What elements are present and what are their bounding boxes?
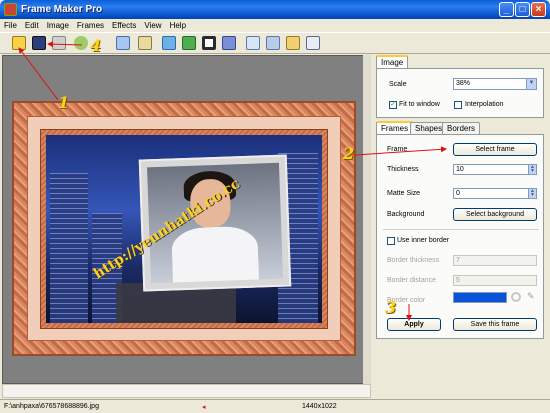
interpolation-checkbox[interactable] [454,101,462,109]
window-title: Frame Maker Pro [21,4,103,15]
scale-label: Scale [389,81,407,88]
status-indicator-icon: ◂ [202,404,206,411]
background-label: Background [387,211,425,218]
paste-icon[interactable] [138,36,152,50]
menu-bar: File Edit Image Frames Effects View Help [0,19,550,32]
minimize-button[interactable]: _ [499,2,514,17]
app-icon [4,3,17,16]
use-inner-border-checkbox[interactable] [387,237,395,245]
interpolation-label: Interpolation [465,101,504,108]
frame-label: Frame [387,146,408,153]
border-distance-label: Border distance [387,277,437,284]
toolbar [0,32,550,54]
chevron-down-icon[interactable]: ▼ [526,79,536,89]
fit-to-window-label: Fit to window [399,101,440,108]
document-icon[interactable] [306,36,320,50]
close-button[interactable]: × [531,2,546,17]
annotation-marker-4: 4 [90,36,102,55]
crop-icon[interactable] [246,36,260,50]
save-icon[interactable] [32,36,46,50]
thickness-input[interactable]: 10 ▲ ▼ [453,164,537,175]
fit-to-window-checkbox[interactable]: ✓ [389,101,397,109]
menu-view[interactable]: View [140,19,165,32]
tab-frames[interactable]: Frames [376,121,414,135]
image-group: Scale 38% ▼ ✓ Fit to window Interpolatio… [376,68,544,118]
matte-size-stepper[interactable]: ▲ ▼ [528,189,536,198]
status-bar: F:\anhpaxa\676578688896.jpg ◂ 1440x1022 [0,399,550,413]
frame-icon[interactable] [202,36,216,50]
picture-icon[interactable] [182,36,196,50]
copy-icon[interactable] [116,36,130,50]
frames-group: Frame Select frame Thickness 10 ▲ ▼ Matte… [376,134,544,339]
print-icon[interactable] [52,36,66,50]
file-path: F:\anhpaxa\676578688896.jpg [4,403,99,410]
matte-size-input[interactable]: 0 ▲ ▼ [453,188,537,199]
frame-preview [12,101,356,356]
thickness-stepper[interactable]: ▲ ▼ [528,165,536,174]
thickness-value: 10 [456,166,464,173]
city-background [46,135,322,323]
border-distance-input[interactable]: 5 [453,275,537,286]
menu-help[interactable]: Help [166,19,190,32]
select-frame-button[interactable]: Select frame [453,143,537,156]
scale-select[interactable]: 38% ▼ [453,78,537,90]
shirt [171,225,259,283]
menu-frames[interactable]: Frames [73,19,108,32]
thickness-label: Thickness [387,166,419,173]
border-thickness-label: Border thickness [387,257,440,264]
text-icon[interactable] [286,36,300,50]
title-bar: Frame Maker Pro _ □ × [0,0,550,19]
menu-image[interactable]: Image [43,19,73,32]
apply-button[interactable]: Apply [387,318,441,331]
annotation-marker-2: 2 [343,144,355,163]
matte [27,116,341,341]
inner-frame [40,129,328,329]
image-icon[interactable] [162,36,176,50]
border-distance-value: 5 [456,277,460,284]
border-thickness-value: 7 [456,257,460,264]
image-dimensions: 1440x1022 [302,403,337,410]
eyedropper-icon[interactable]: ✎ [527,291,535,302]
use-inner-border-label: Use inner border [397,237,450,244]
menu-file[interactable]: File [0,19,21,32]
tab-image[interactable]: Image [376,55,409,69]
canvas-vertical-scrollbar[interactable] [363,55,371,384]
save-frame-button[interactable]: Save this frame [453,318,537,331]
export-icon[interactable] [266,36,280,50]
brush-icon[interactable] [222,36,236,50]
settings-panel: Image Scale 38% ▼ ✓ Fit to window Interp… [374,55,548,398]
menu-edit[interactable]: Edit [21,19,43,32]
annotation-marker-1: 1 [58,93,70,112]
select-background-button[interactable]: Select background [453,208,537,221]
maximize-button[interactable]: □ [515,2,530,17]
canvas-horizontal-scrollbar[interactable] [2,384,371,398]
matte-size-label: Matte Size [387,190,421,197]
open-icon[interactable] [12,36,26,50]
divider [383,229,539,230]
building [50,173,88,323]
color-wheel-icon[interactable] [511,292,521,302]
undo-icon[interactable] [74,36,88,50]
border-color-swatch[interactable] [453,292,507,303]
menu-effects[interactable]: Effects [108,19,140,32]
scale-value: 38% [456,80,471,87]
annotation-marker-3: 3 [385,298,397,317]
border-thickness-input[interactable]: 7 [453,255,537,266]
matte-size-value: 0 [456,190,460,197]
